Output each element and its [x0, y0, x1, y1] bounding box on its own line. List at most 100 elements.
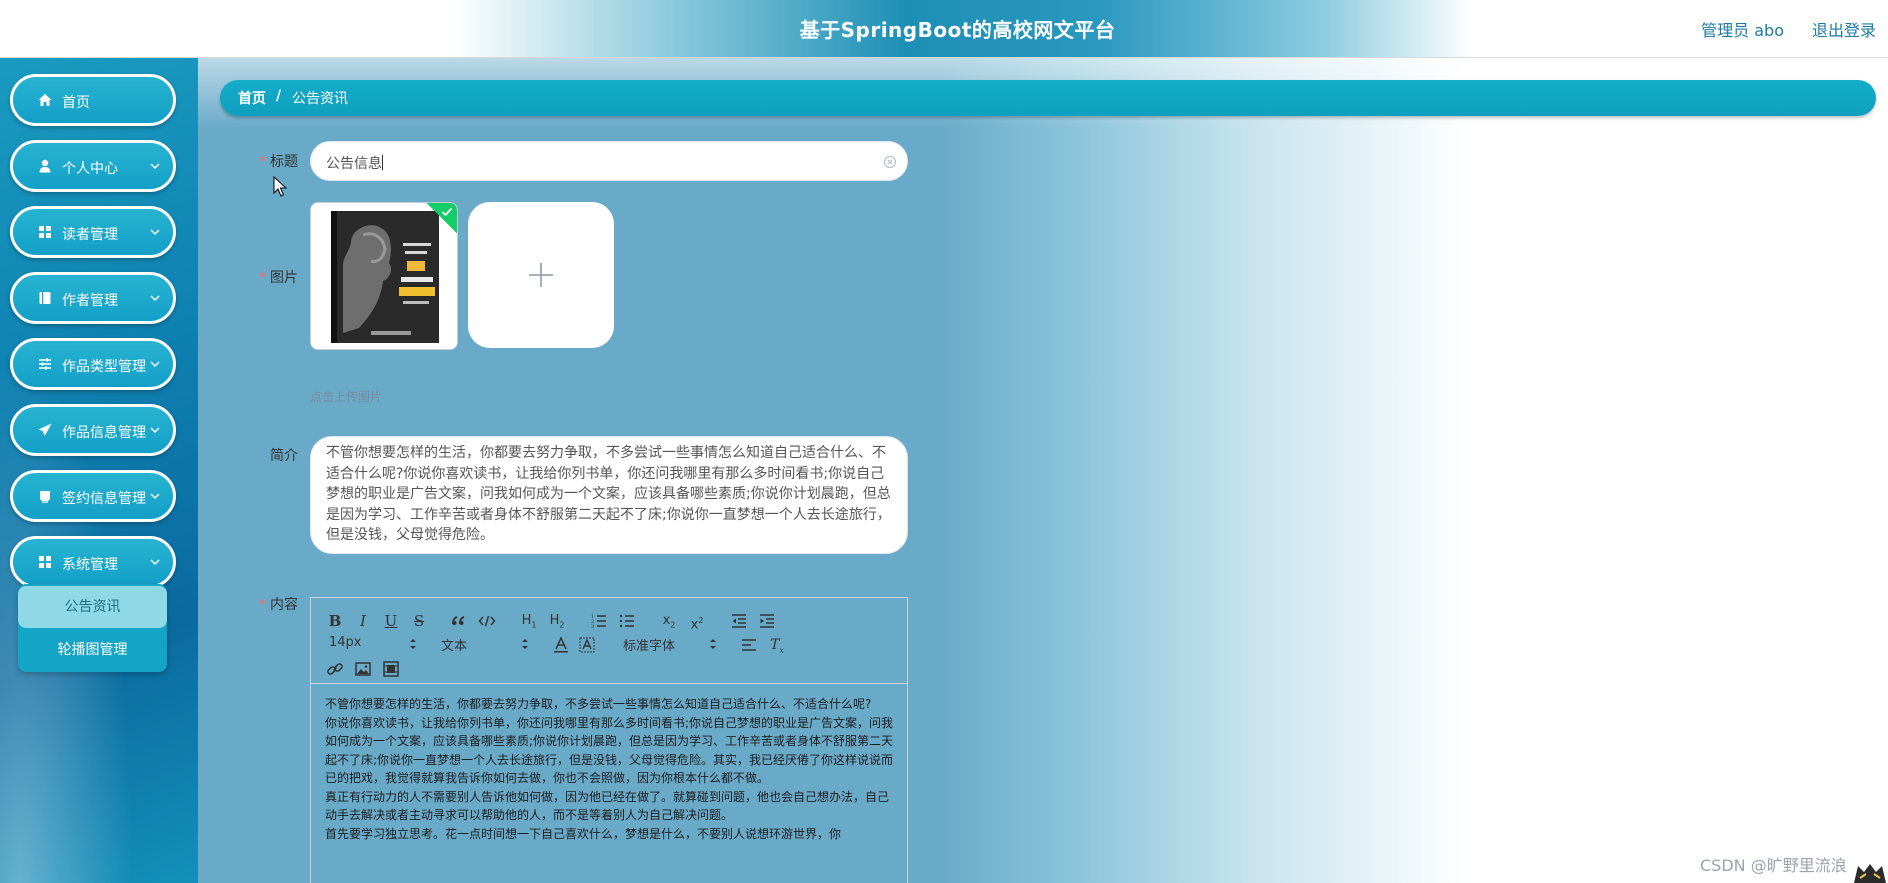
submenu-item-announcements[interactable]: 公告资讯	[18, 586, 167, 628]
sidebar-item-contract-info-management[interactable]: 签约信息管理	[10, 470, 176, 522]
current-user-label: 管理员 abo	[1701, 21, 1784, 40]
indent-icon[interactable]	[757, 611, 777, 631]
underline-icon[interactable]: U	[381, 611, 401, 631]
mouse-cursor-icon	[273, 176, 288, 197]
required-mark: *	[259, 597, 266, 613]
submenu-item-carousel-management[interactable]: 轮播图管理	[18, 629, 167, 671]
sidebar-item-label: 作品信息管理	[62, 425, 146, 441]
image-icon[interactable]	[353, 659, 373, 679]
editor-paragraph: 不管你想要怎样的生活，你都要去努力争取，不多尝试一些事情怎么知道自己适合什么、不…	[325, 697, 872, 711]
image-upload-button[interactable]	[468, 202, 614, 348]
chevron-down-icon	[150, 427, 160, 434]
background-color-icon[interactable]	[577, 635, 597, 655]
title-input[interactable]: 公告信息	[310, 141, 908, 181]
svg-text:3: 3	[591, 624, 594, 630]
sidebar-item-label: 个人中心	[62, 161, 118, 177]
link-icon[interactable]	[325, 659, 345, 679]
user-icon	[39, 159, 51, 173]
title-input-value: 公告信息	[326, 155, 383, 172]
intro-textarea-value: 不管你想要怎样的生活，你都要去努力争取，不多尝试一些事情怎么知道自己适合什么、不…	[326, 445, 891, 543]
font-family-select[interactable]: 标准字体	[623, 635, 717, 655]
content-label: * 内容	[259, 597, 298, 613]
clear-icon[interactable]	[883, 155, 897, 169]
sidebar-item-work-type-management[interactable]: 作品类型管理	[10, 338, 176, 390]
editor-content-area[interactable]: 不管你想要怎样的生活，你都要去努力争取，不多尝试一些事情怎么知道自己适合什么、不…	[325, 695, 897, 883]
sidebar-item-personal-center[interactable]: 个人中心	[10, 140, 176, 192]
sidebar-item-label: 读者管理	[62, 227, 118, 243]
sidebar-item-label: 签约信息管理	[62, 491, 146, 507]
sidebar-item-home[interactable]: 首页	[10, 74, 176, 126]
rich-text-editor: B I U S H1 H2 123 x2 x2 14px 文本 标准字体 Tx …	[310, 597, 908, 883]
video-icon[interactable]	[381, 659, 401, 679]
sliders-icon	[39, 358, 51, 370]
chevron-down-icon	[150, 229, 160, 236]
home-icon	[38, 94, 52, 106]
uploaded-image-thumbnail[interactable]	[310, 202, 458, 350]
header-1-icon[interactable]: H1	[519, 611, 539, 631]
sidebar-item-author-management[interactable]: 作者管理	[10, 272, 176, 324]
send-icon	[38, 423, 52, 436]
select-arrows-icon	[710, 639, 716, 649]
select-arrows-icon	[522, 639, 528, 649]
sidebar-item-system-management[interactable]: 系统管理	[10, 536, 176, 588]
sidebar-item-reader-management[interactable]: 读者管理	[10, 206, 176, 258]
superscript-icon[interactable]: x2	[687, 611, 707, 632]
breadcrumb-separator: /	[276, 88, 282, 104]
header-2-icon[interactable]: H2	[547, 611, 567, 631]
sidebar-item-label: 首页	[62, 95, 90, 111]
cup-icon	[40, 491, 50, 503]
image-label: * 图片	[259, 270, 298, 286]
resize-handle-icon[interactable]	[897, 543, 905, 551]
editor-paragraph: 首先要学习独立思考。花一点时间想一下自己喜欢什么，梦想是什么，不要别人说想环游世…	[325, 826, 842, 841]
breadcrumb-current: 公告资讯	[292, 91, 348, 107]
intro-textarea[interactable]: 不管你想要怎样的生活，你都要去努力争取，不多尝试一些事情怎么知道自己适合什么、不…	[310, 436, 908, 554]
sidebar: 首页 个人中心 读者管理 作者管理 作品类型管理 作品信息管理 签约信息管理 系…	[0, 58, 198, 883]
subscript-icon[interactable]: x2	[659, 611, 679, 631]
chevron-down-icon	[150, 361, 160, 368]
ordered-list-icon[interactable]: 123	[589, 611, 609, 631]
logout-link[interactable]: 退出登录	[1812, 17, 1876, 41]
chevron-down-icon	[150, 493, 160, 500]
book-cover-image	[311, 203, 457, 349]
grid-icon	[39, 226, 51, 238]
title-label: * 标题	[259, 154, 298, 170]
bold-icon[interactable]: B	[325, 611, 345, 631]
check-icon	[441, 207, 453, 217]
paragraph-format-select[interactable]: 文本	[441, 635, 529, 655]
chevron-down-icon	[150, 295, 160, 302]
corner-mascot-icon	[1854, 864, 1886, 883]
intro-label: 简介	[270, 448, 298, 464]
plus-icon	[529, 263, 553, 287]
sidebar-item-label: 作者管理	[62, 293, 118, 309]
code-block-icon[interactable]	[477, 611, 497, 631]
top-header: 基于SpringBoot的高校网文平台 管理员 abo 退出登录	[0, 0, 1888, 58]
bullet-list-icon[interactable]	[617, 611, 637, 631]
blockquote-icon[interactable]	[449, 611, 469, 631]
outdent-icon[interactable]	[729, 611, 749, 631]
editor-toolbar: B I U S H1 H2 123 x2 x2 14px 文本 标准字体 Tx	[311, 598, 907, 684]
system-management-submenu: 公告资讯 轮播图管理	[18, 584, 167, 672]
sidebar-item-work-info-management[interactable]: 作品信息管理	[10, 404, 176, 456]
italic-icon[interactable]: I	[353, 611, 373, 631]
chevron-down-icon	[150, 559, 160, 566]
required-mark: *	[259, 154, 266, 170]
select-arrows-icon	[410, 639, 416, 649]
strike-icon[interactable]: S	[409, 611, 429, 631]
chevron-down-icon	[150, 163, 160, 170]
font-color-icon[interactable]	[551, 635, 571, 655]
font-size-select[interactable]: 14px	[329, 635, 417, 655]
sidebar-item-label: 系统管理	[62, 557, 118, 573]
align-icon[interactable]	[739, 635, 759, 655]
sidebar-item-label: 作品类型管理	[62, 359, 146, 375]
editor-paragraph: 你说你喜欢读书，让我给你列书单，你还问我哪里有那么多时间看书;你说自己梦想的职业…	[325, 715, 894, 786]
clear-format-icon[interactable]: Tx	[767, 635, 787, 655]
breadcrumb-home-link[interactable]: 首页	[238, 88, 266, 108]
watermark: CSDN @旷野里流浪	[1700, 856, 1847, 875]
app-title: 基于SpringBoot的高校网文平台	[799, 18, 1116, 42]
breadcrumb: 首页 / 公告资讯	[220, 80, 1876, 116]
required-mark: *	[259, 270, 266, 286]
grid-icon	[39, 556, 51, 568]
editor-paragraph: 真正有行动力的人不需要别人告诉他如何做，因为他已经在做了。就算碰到问题，他也会自…	[325, 789, 890, 823]
main-content: 首页 / 公告资讯 * 标题 公告信息 * 图片 点击上传图片 简介 不管你想要…	[198, 58, 1888, 883]
upload-tip: 点击上传图片	[310, 390, 383, 404]
